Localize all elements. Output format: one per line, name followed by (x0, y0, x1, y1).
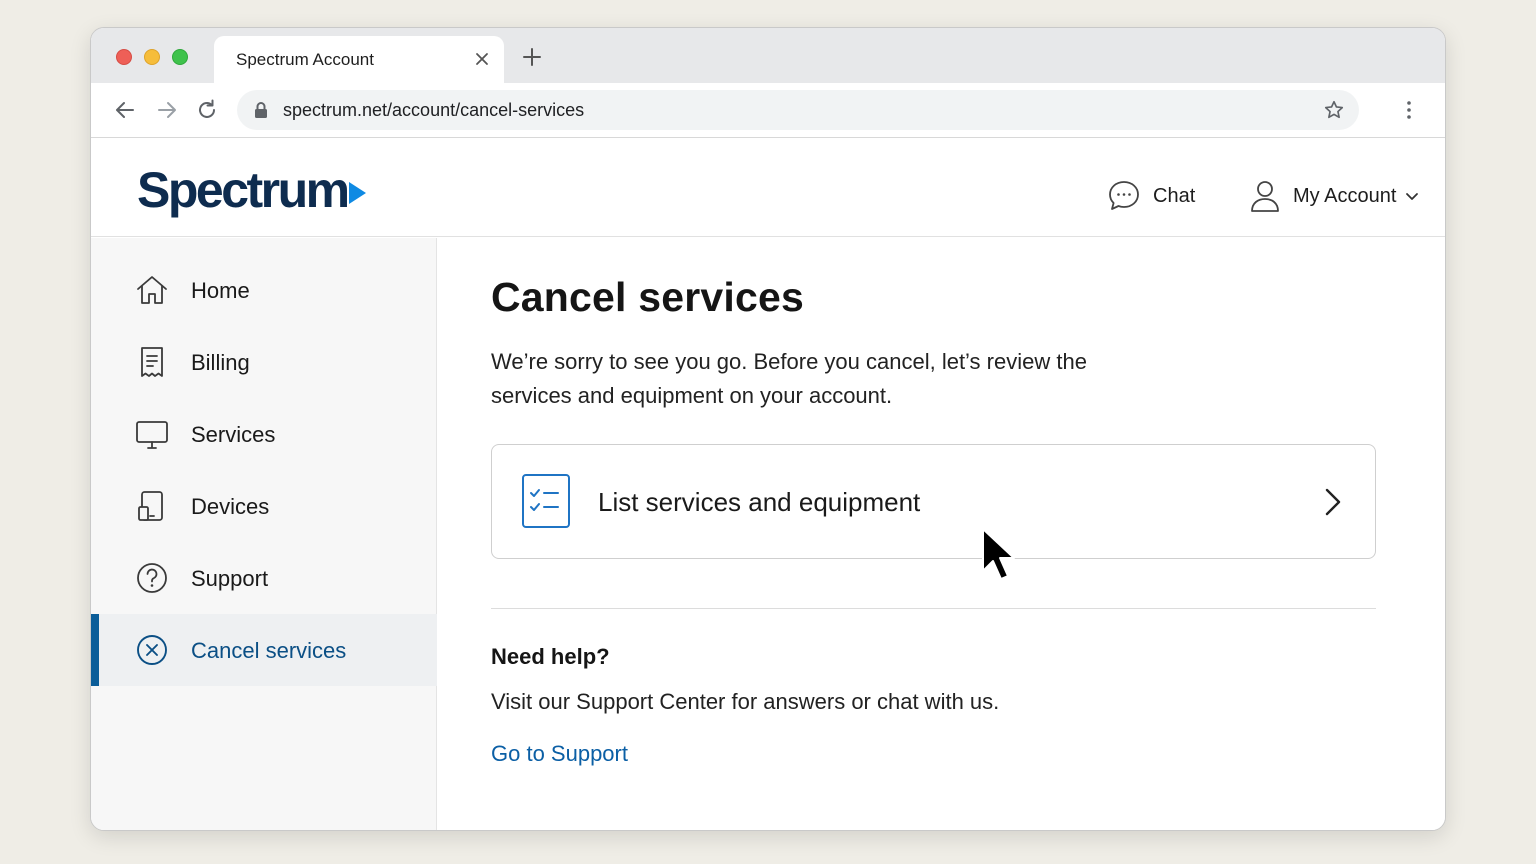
chat-bubble-icon (1109, 181, 1139, 210)
chat-label: Chat (1153, 184, 1196, 207)
home-icon (137, 276, 167, 304)
my-account-label: My Account (1293, 184, 1397, 207)
tab-title: Spectrum Account (236, 50, 374, 69)
go-to-support-link[interactable]: Go to Support (491, 741, 628, 767)
browser-tab[interactable]: Spectrum Account (214, 36, 504, 83)
page-title: Cancel services (491, 274, 805, 320)
sidebar-item-label: Cancel services (191, 638, 347, 663)
site-header: Spectrum Chat My Account (91, 138, 1445, 237)
checklist-icon (522, 474, 570, 528)
minimize-window-button[interactable] (144, 49, 160, 65)
monitor-icon (136, 421, 168, 449)
sidebar-item-label: Services (191, 422, 276, 447)
help-title: Need help? (491, 644, 610, 669)
reload-icon[interactable] (195, 98, 219, 122)
sidebar-item-label: Billing (191, 350, 250, 375)
active-indicator (91, 614, 99, 686)
sidebar-item-support[interactable]: Support (91, 542, 437, 614)
sidebar-item-home[interactable]: Home (91, 254, 437, 326)
sidebar-item-services[interactable]: Services (91, 398, 437, 470)
forward-icon[interactable] (155, 98, 179, 122)
maximize-window-button[interactable] (172, 49, 188, 65)
sidebar-item-label: Home (191, 278, 250, 303)
spectrum-logo[interactable]: Spectrum (137, 162, 366, 218)
intro-text: We’re sorry to see you go. Before you ca… (491, 349, 1087, 408)
tab-bar: Spectrum Account (91, 28, 1445, 83)
sidebar-item-cancel-services[interactable]: Cancel services (91, 614, 437, 686)
section-divider (491, 608, 1376, 609)
sidebar-item-label: Support (191, 566, 269, 591)
browser-menu-icon[interactable] (1397, 98, 1421, 122)
browser-window: Spectrum Account spectrum.net/account/ca… (90, 27, 1446, 831)
chevron-down-icon (1406, 193, 1419, 200)
user-icon (1251, 181, 1279, 212)
chevron-right-icon (1325, 488, 1341, 516)
close-tab-icon[interactable] (472, 49, 492, 69)
address-bar[interactable]: spectrum.net/account/cancel-services (237, 90, 1359, 130)
logo-wordmark: Spectrum (137, 162, 350, 218)
sidebar-nav: Home Billing Services Devices Support Ca… (91, 238, 437, 830)
main-content: Cancel services We’re sorry to see you g… (438, 238, 1445, 830)
question-circle-icon (137, 563, 167, 593)
back-icon[interactable] (113, 98, 137, 122)
receipt-icon (141, 347, 163, 377)
x-circle-icon (137, 635, 167, 665)
chat-button[interactable]: Chat (1107, 178, 1195, 214)
help-text: Visit our Support Center for answers or … (491, 689, 1000, 714)
devices-icon (138, 491, 163, 521)
list-services-equipment-card[interactable]: List services and equipment (491, 444, 1376, 559)
card-label: List services and equipment (598, 487, 921, 517)
sidebar-item-devices[interactable]: Devices (91, 470, 437, 542)
browser-toolbar: spectrum.net/account/cancel-services (91, 83, 1445, 138)
mouse-pointer-icon (982, 528, 1015, 580)
logo-arrow-icon (348, 182, 366, 204)
lock-icon (255, 102, 267, 118)
my-account-menu[interactable]: My Account (1249, 178, 1420, 214)
url-text: spectrum.net/account/cancel-services (283, 100, 585, 120)
sidebar-item-billing[interactable]: Billing (91, 326, 437, 398)
sidebar-item-label: Devices (191, 494, 270, 519)
bookmark-star-icon[interactable] (1323, 99, 1345, 121)
new-tab-icon[interactable] (521, 46, 543, 68)
close-window-button[interactable] (116, 49, 132, 65)
